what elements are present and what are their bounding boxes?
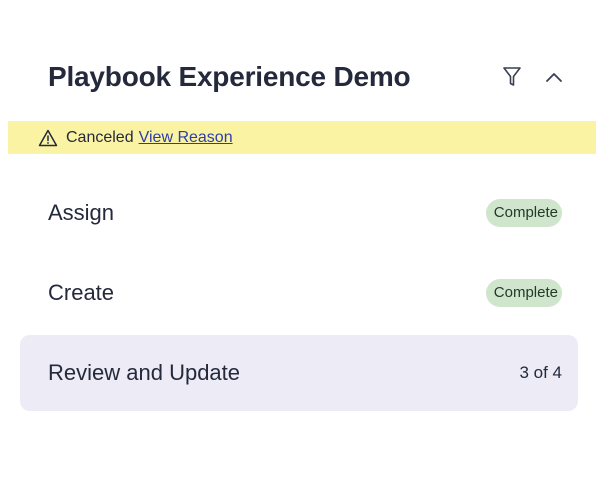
panel-title: Playbook Experience Demo (48, 61, 411, 92)
status-badge: Complete (485, 279, 562, 307)
step-label: Create (48, 280, 115, 305)
step-row-assign[interactable]: Assign Complete (20, 175, 578, 251)
step-progress-count: 3 of 4 (519, 363, 562, 382)
banner-status-text: Canceled (66, 128, 134, 146)
panel-header: Playbook Experience Demo (48, 55, 568, 99)
step-row-create[interactable]: Create Complete (20, 255, 578, 331)
canceled-banner: Canceled View Reason (8, 121, 596, 154)
chevron-up-icon[interactable] (542, 65, 566, 89)
step-row-review-and-update[interactable]: Review and Update 3 of 4 (20, 335, 578, 411)
playbook-panel: Playbook Experience Demo Canceled View R… (0, 0, 596, 484)
status-badge: Complete (485, 199, 562, 227)
step-label: Assign (48, 200, 115, 225)
warning-triangle-icon (38, 129, 58, 147)
filter-icon[interactable] (500, 65, 524, 89)
header-actions (500, 65, 566, 89)
step-label: Review and Update (48, 360, 241, 385)
view-reason-link[interactable]: View Reason (139, 129, 233, 147)
